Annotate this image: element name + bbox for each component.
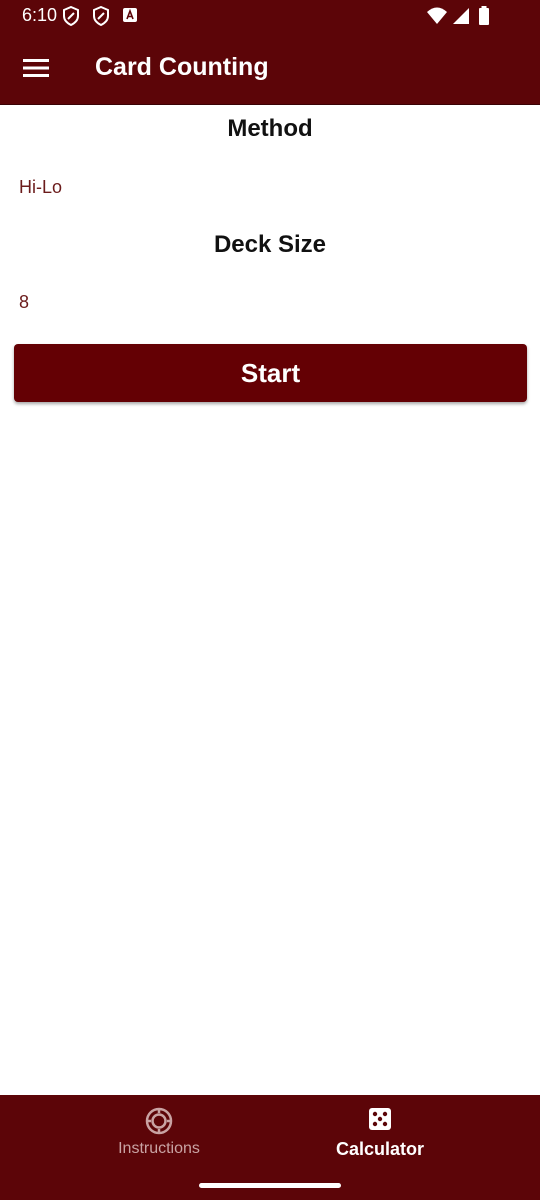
- menu-button[interactable]: [16, 48, 56, 88]
- method-heading: Method: [227, 115, 313, 142]
- app-bar: Card Counting: [0, 32, 540, 104]
- method-value[interactable]: Hi-Lo: [19, 177, 62, 198]
- deck-size-heading: Deck Size: [213, 231, 327, 258]
- nav-label-calculator: Calculator: [335, 1139, 425, 1159]
- start-button-label: Start: [240, 357, 301, 388]
- home-indicator[interactable]: [199, 1183, 341, 1188]
- bottom-nav: Instructions Calculator: [0, 1095, 540, 1200]
- a-badge-icon: [123, 8, 137, 22]
- dice-icon: [369, 1108, 391, 1130]
- shield-icon: [63, 6, 79, 26]
- status-bar: 6:10: [0, 0, 540, 32]
- app-title: Card Counting: [95, 53, 269, 81]
- status-time: 6:10: [22, 5, 58, 25]
- signal-icon: [453, 8, 469, 24]
- status-right-icons: [426, 6, 506, 26]
- start-button[interactable]: Start: [14, 344, 527, 402]
- shield-icon: [93, 6, 109, 26]
- battery-icon: [479, 6, 489, 25]
- nav-item-calculator[interactable]: Calculator: [245, 1095, 515, 1175]
- hamburger-menu-icon: [23, 59, 49, 77]
- app-bar-divider: [0, 104, 540, 105]
- wifi-icon: [427, 7, 447, 24]
- poker-chip-icon: [145, 1107, 173, 1135]
- deck-size-value[interactable]: 8: [19, 292, 29, 313]
